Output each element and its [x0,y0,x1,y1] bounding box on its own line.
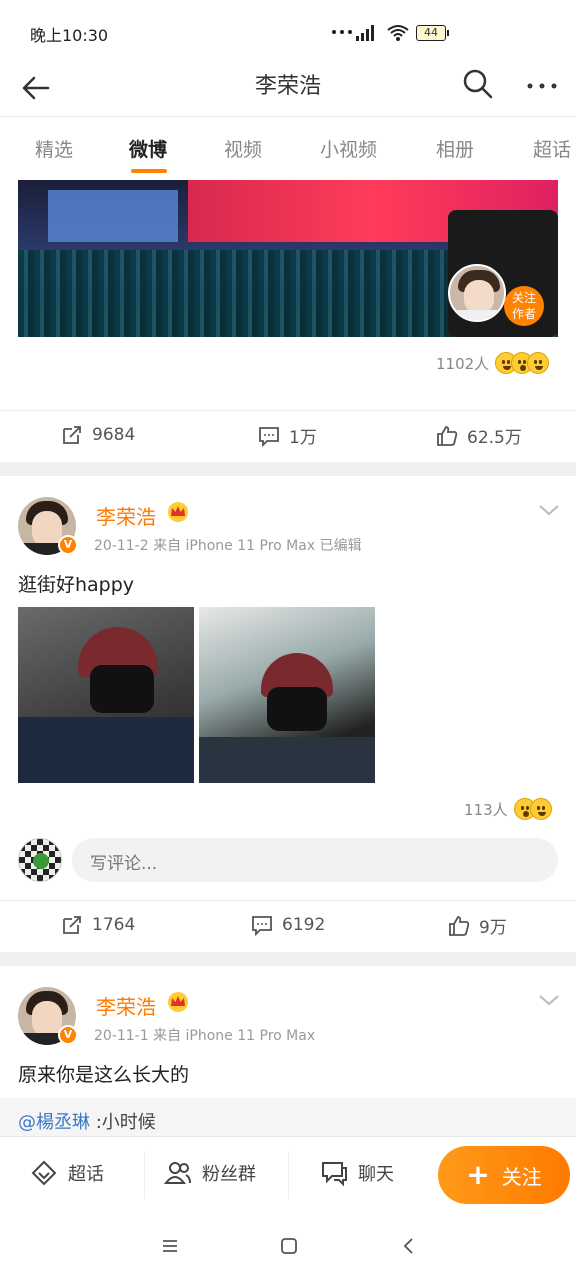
post-video-thumbnail[interactable]: 关注 作者 [18,180,558,337]
profile-bottom-bar: 超话 粉丝群 聊天 + 关注 [0,1136,576,1212]
reactions-summary[interactable]: 1102人 [436,352,550,374]
status-bar: 晚上10:30 44 [0,0,576,62]
my-avatar [18,838,62,882]
verified-badge-icon: V [58,535,78,555]
back-triangle-icon[interactable] [397,1234,421,1258]
home-square-icon[interactable] [277,1234,301,1258]
plus-icon: + [466,1158,490,1191]
repost-count: 1764 [92,915,136,935]
post-divider [0,462,576,476]
author-name[interactable]: 李荣浩 [96,501,156,530]
author-avatar [448,264,506,322]
repost-button[interactable]: 1764 [60,913,135,937]
quote-body: :小时候 [90,1112,156,1133]
comment-button[interactable]: 6192 [250,913,325,937]
quoted-repost[interactable]: @楊丞琳 :小时候 [0,1098,576,1138]
reactions-summary[interactable]: 113人 [464,798,552,820]
profile-tabs: 精选 微博 视频 小视频 相册 超话 [0,116,576,178]
quoted-text: @楊丞琳 :小时候 [18,1108,156,1134]
tab-video[interactable]: 视频 [224,135,262,162]
comment-input[interactable]: 写评论... [72,838,558,882]
comment-icon [259,426,279,447]
supertopic-label: 超话 [68,1164,104,1185]
menu-icon[interactable] [158,1234,182,1258]
tab-supertopic[interactable]: 超话 [533,135,571,162]
reactions-count: 113人 [464,800,508,819]
status-time: 晚上10:30 [30,26,109,45]
stage-screen [48,190,178,242]
signal-icon [356,25,374,41]
repost-icon [63,426,81,444]
post-header: V 李荣浩 20-11-1 来自 iPhone 11 Pro Max [18,987,560,1047]
supertopic-button[interactable]: 超话 [30,1159,104,1187]
follow-author-overlay[interactable]: 关注 作者 [448,264,544,328]
top-header: 李荣浩 [0,62,576,114]
author-name[interactable]: 李荣浩 [96,991,156,1020]
repost-icon [63,916,81,934]
comment-count: 1万 [289,428,317,448]
post-actions: 1764 6192 9万 [0,900,576,952]
diamond-icon [31,1160,57,1186]
tab-weibo[interactable]: 微博 [129,135,167,162]
crown-icon [168,992,188,1012]
comment-count: 6192 [282,915,326,935]
like-icon [449,915,470,936]
post-text: 原来你是这么长大的 [18,1064,190,1086]
post-meta: 20-11-1 来自 iPhone 11 Pro Max [94,1028,316,1044]
separator [144,1151,145,1199]
crown-icon [168,502,188,522]
post-divider [0,952,576,966]
like-count: 9万 [479,918,507,938]
post-meta: 20-11-2 来自 iPhone 11 Pro Max 已编辑 [94,538,362,554]
post-actions: 9684 1万 62.5万 [0,410,576,462]
emoji-laugh-icon [529,798,552,820]
like-button[interactable]: 62.5万 [435,423,522,448]
post-header: V 李荣浩 20-11-2 来自 iPhone 11 Pro Max 已编辑 [18,497,560,557]
repost-count: 9684 [92,425,136,445]
follow-author-button[interactable]: 关注 作者 [504,286,544,326]
fan-group-button[interactable]: 粉丝群 [164,1159,256,1187]
verified-badge-icon: V [58,1025,78,1045]
chat-button[interactable]: 聊天 [320,1159,394,1187]
chat-icon [322,1162,347,1187]
comment-button[interactable]: 1万 [257,423,317,448]
search-icon[interactable] [460,66,496,102]
follow-button[interactable]: + 关注 [438,1146,570,1204]
notification-dots-icon [332,30,352,34]
emoji-laugh-icon [527,352,550,374]
wifi-icon [387,25,409,41]
post-image[interactable] [199,607,375,783]
comment-input-row: 写评论... [18,838,558,884]
like-count: 62.5万 [467,428,522,448]
repost-button[interactable]: 9684 [60,423,135,447]
more-icon[interactable] [522,66,562,102]
separator [288,1151,289,1199]
tab-short-video[interactable]: 小视频 [320,135,377,162]
chevron-down-icon[interactable] [538,993,560,1007]
tab-featured[interactable]: 精选 [35,135,73,162]
active-tab-indicator [131,169,167,173]
post-text: 逛街好happy [18,574,135,596]
comment-icon [252,916,272,937]
system-nav-bar [0,1212,576,1280]
mention-link[interactable]: @楊丞琳 [18,1112,90,1133]
group-icon [164,1162,191,1184]
fan-group-label: 粉丝群 [202,1164,256,1185]
like-icon [437,425,458,446]
tab-album[interactable]: 相册 [436,135,474,162]
chevron-down-icon[interactable] [538,503,560,517]
like-button[interactable]: 9万 [447,913,507,938]
follow-label: 关注 [501,1164,542,1189]
battery-icon: 44 [416,25,449,41]
reactions-count: 1102人 [436,354,490,373]
chat-label: 聊天 [358,1164,394,1185]
post-image[interactable] [18,607,194,783]
